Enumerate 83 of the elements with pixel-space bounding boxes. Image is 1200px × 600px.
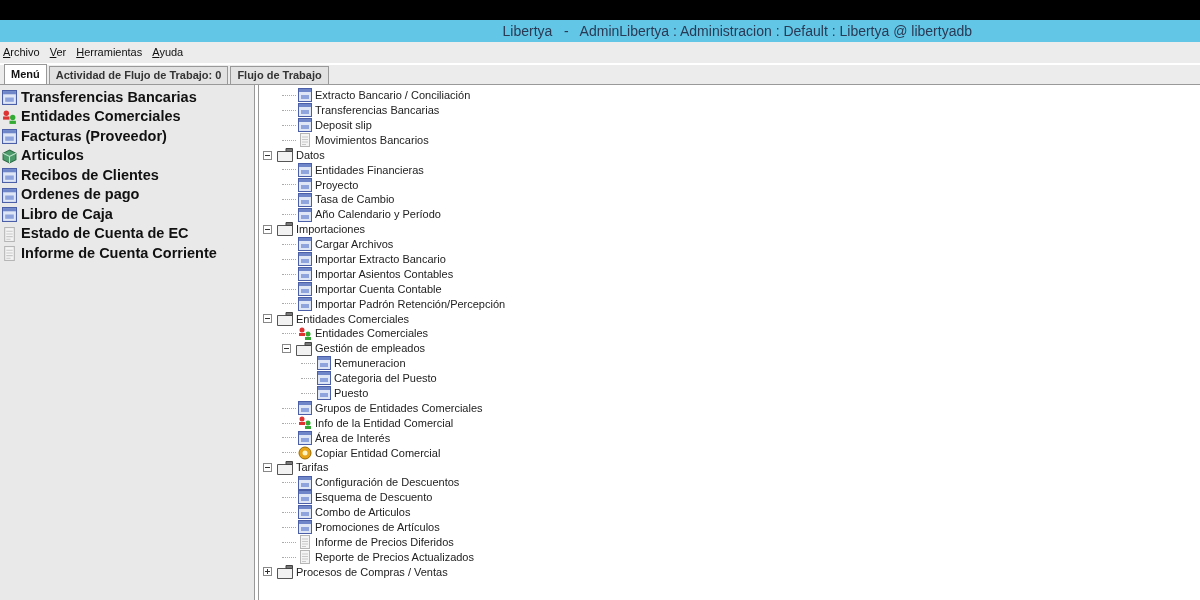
tree-item[interactable]: Deposit slip — [315, 117, 372, 134]
folder-icon — [296, 341, 312, 356]
tree-item[interactable]: Copiar Entidad Comercial — [315, 444, 441, 462]
tree-item[interactable]: Esquema de Descuento — [315, 489, 433, 506]
tree-item[interactable]: Tarifas — [296, 459, 329, 476]
tree-item[interactable]: Proyecto — [315, 176, 359, 194]
window-icon — [298, 207, 312, 222]
menu-item[interactable]: Ayuda — [152, 44, 184, 61]
document-icon — [298, 535, 312, 550]
menu-item[interactable]: Archivo — [3, 44, 40, 61]
menu-item[interactable]: Herramientas — [76, 44, 143, 61]
window-icon — [298, 237, 312, 252]
tree-item[interactable]: Extracto Bancario / Conciliación — [315, 87, 471, 104]
tree-item[interactable]: Gestión de empleados — [315, 340, 426, 357]
tree-item[interactable]: Reporte de Precios Actualizados — [315, 548, 474, 566]
window-icon — [298, 282, 312, 296]
window-icon — [298, 162, 312, 177]
people-icon — [2, 109, 17, 125]
tree-item[interactable]: Categoria del Puesto — [334, 370, 437, 387]
tree-item[interactable]: Remuneracion — [334, 355, 406, 372]
tree-item[interactable]: Tasa de Cambio — [315, 191, 395, 208]
box-icon — [2, 148, 17, 164]
gear-icon — [298, 445, 312, 460]
window-icon — [298, 475, 312, 490]
tree-item[interactable]: Cargar Archivos — [315, 236, 394, 253]
tree-item[interactable]: Configuración de Descuentos — [315, 474, 460, 491]
tree-item[interactable]: Entidades Financieras — [315, 161, 424, 179]
document-icon — [298, 550, 312, 565]
folder-icon — [277, 460, 293, 475]
collapse-toggle[interactable] — [263, 224, 272, 234]
tree-item[interactable]: Combo de Articulos — [315, 504, 411, 521]
tree-item[interactable]: Importar Padrón Retención/Percepción — [315, 295, 506, 313]
window-icon — [317, 356, 331, 371]
collapse-toggle[interactable] — [282, 344, 291, 354]
window-icon — [317, 371, 331, 386]
window-icon — [298, 430, 312, 445]
tree-item[interactable]: Promociones de Artículos — [315, 519, 440, 536]
tab[interactable]: Menú — [4, 64, 47, 84]
tree-item[interactable]: Área de Interés — [315, 429, 391, 447]
tree-item[interactable]: Movimientos Bancarios — [315, 131, 429, 149]
folder-icon — [277, 148, 293, 162]
window-icon — [298, 103, 312, 118]
window-icon — [298, 505, 312, 520]
tree-item[interactable]: Transferencias Bancarias — [315, 102, 440, 119]
tab[interactable]: Flujo de Trabajo — [230, 66, 329, 84]
tree-item[interactable]: Info de la Entidad Comercial — [315, 414, 454, 432]
folder-icon — [277, 222, 293, 237]
tree-item[interactable]: Importar Extracto Bancario — [315, 251, 446, 268]
window-icon — [298, 490, 312, 505]
window-title: Libertya - AdminLibertya : Administracion : Default : Libertya @ libertyadb — [502, 21, 972, 41]
window-icon — [298, 88, 312, 103]
collapse-toggle[interactable] — [263, 314, 272, 324]
window-icon — [298, 401, 312, 416]
tree-item[interactable]: Datos — [296, 146, 325, 164]
tab[interactable]: Actividad de Flujo de Trabajo: 0 — [48, 66, 229, 84]
tree-item[interactable]: Entidades Comerciales — [315, 325, 429, 342]
window-icon — [298, 252, 312, 267]
folder-icon — [277, 564, 293, 579]
window-icon — [298, 177, 312, 192]
window-icon — [298, 192, 312, 207]
tree-item[interactable]: Importar Cuenta Contable — [315, 280, 442, 298]
expand-toggle[interactable] — [263, 567, 272, 577]
window-icon — [298, 296, 312, 311]
tree-item[interactable]: Procesos de Compras / Ventas — [296, 563, 448, 581]
window-icon — [298, 267, 312, 282]
window-icon — [298, 520, 312, 535]
tree-item[interactable]: Informe de Precios Diferidos — [315, 533, 454, 551]
window-icon — [298, 118, 312, 133]
menu-item[interactable]: Ver — [49, 44, 67, 61]
favorite-item[interactable]: Transferencias Bancarias — [21, 86, 197, 109]
tree-item[interactable]: Año Calendario y Período — [315, 206, 441, 223]
tree-item[interactable]: Grupos de Entidades Comerciales — [315, 399, 483, 417]
folder-icon — [277, 311, 293, 326]
people-icon — [298, 416, 312, 431]
tree-item[interactable]: Entidades Comerciales — [296, 310, 410, 328]
tree-item[interactable]: Importar Asientos Contables — [315, 265, 454, 283]
tree-item[interactable]: Puesto — [334, 385, 369, 402]
tree-item[interactable]: Importaciones — [296, 221, 366, 238]
document-icon — [298, 133, 312, 148]
collapse-toggle[interactable] — [263, 150, 272, 160]
window-icon — [317, 386, 331, 401]
people-icon — [298, 326, 312, 341]
collapse-toggle[interactable] — [263, 463, 272, 473]
